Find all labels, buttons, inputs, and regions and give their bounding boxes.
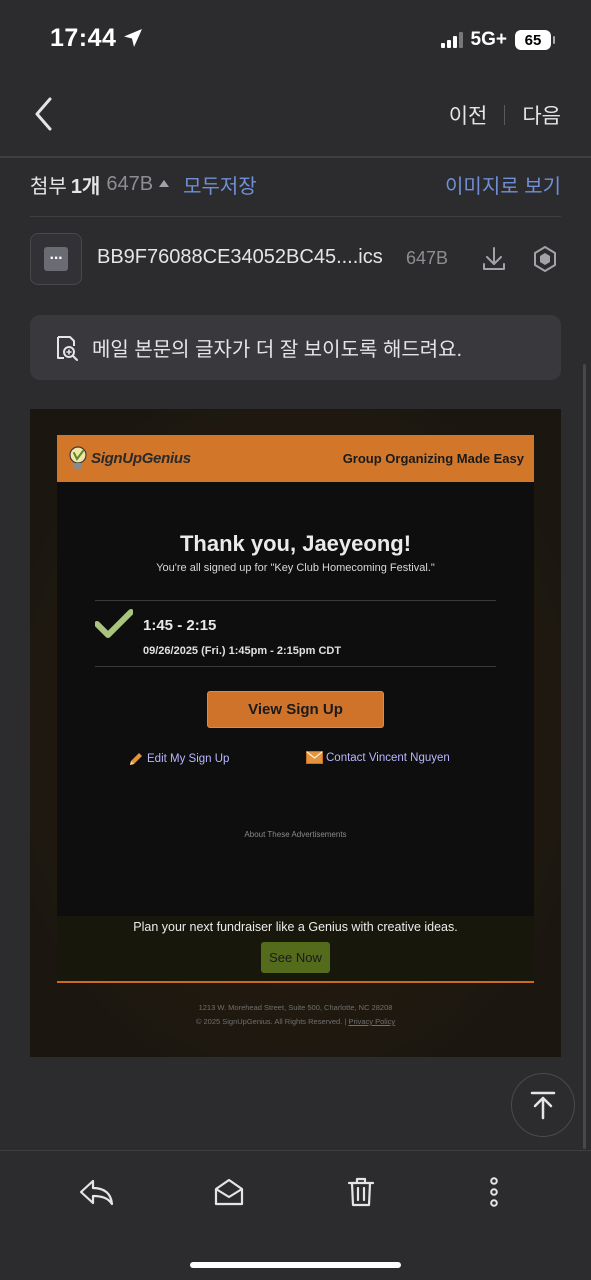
brand-name: SignUpGenius — [91, 450, 191, 467]
battery-icon: 65 — [515, 30, 555, 50]
scroll-to-top-button[interactable] — [511, 1073, 575, 1137]
signup-confirmation-text: You're all signed up for "Key Club Homec… — [156, 562, 435, 574]
pencil-icon — [130, 753, 142, 765]
scrollbar[interactable] — [583, 364, 586, 1149]
prev-button[interactable]: 이전 — [449, 100, 488, 130]
about-ads-link[interactable]: About These Advertisements — [57, 830, 534, 839]
location-arrow-icon — [124, 29, 142, 47]
battery-level: 65 — [524, 31, 542, 49]
footer-copyright: © 2025 SignUpGenius. All Rights Reserved… — [57, 1017, 534, 1026]
lightbulb-icon — [69, 445, 87, 469]
home-indicator[interactable] — [190, 1262, 401, 1268]
download-icon[interactable] — [481, 245, 507, 273]
slot-date: 09/26/2025 (Fri.) 1:45pm - 2:15pm CDT — [143, 645, 342, 657]
divider — [95, 600, 496, 601]
reply-icon — [79, 1179, 114, 1206]
delete-button[interactable] — [341, 1172, 381, 1212]
cloud-save-icon[interactable] — [532, 245, 558, 273]
checkmark-icon — [95, 609, 133, 638]
mark-unread-icon — [214, 1178, 244, 1206]
promo-text: Plan your next fundraiser like a Genius … — [133, 920, 458, 934]
divider — [30, 216, 561, 217]
save-all-button[interactable]: 모두저장 — [183, 170, 257, 199]
zoom-document-icon — [57, 335, 78, 361]
envelope-icon — [306, 751, 323, 764]
see-now-button[interactable]: See Now — [261, 942, 330, 973]
thank-you-heading: Thank you, Jaeyeong! — [179, 531, 412, 556]
view-sign-up-button[interactable]: View Sign Up — [207, 691, 384, 728]
attachment-file-size: 647B — [406, 248, 449, 268]
attachment-file-name[interactable]: BB9F76088CE34052BC45....ics — [97, 246, 383, 269]
nav-separator — [504, 105, 506, 125]
bottom-toolbar — [0, 1150, 591, 1280]
arrow-up-icon — [530, 1091, 556, 1120]
edit-sign-up-link[interactable]: Edit My Sign Up — [128, 751, 229, 767]
slot-time: 1:45 - 2:15 — [143, 617, 217, 634]
attachment-summary: 첨부 1개 647B 모두저장 이미지로 보기 — [30, 170, 561, 199]
more-options-button[interactable] — [474, 1172, 514, 1212]
email-header: SignUpGenius Group Organizing Made Easy — [57, 435, 534, 482]
contact-organizer-label: Contact Vincent Nguyen — [326, 751, 450, 764]
readability-text: 메일 본문의 글자가 더 잘 보이도록 해드려요. — [92, 339, 463, 361]
contact-organizer-link[interactable]: Contact Vincent Nguyen — [306, 751, 450, 764]
divider — [95, 666, 496, 667]
copyright-text: © 2025 SignUpGenius. All Rights Reserved… — [195, 1017, 347, 1026]
attachment-count: 1개 — [70, 176, 101, 198]
signal-icon — [440, 32, 463, 48]
status-indicators: 5G+ 65 — [440, 29, 555, 51]
file-type-icon[interactable]: ··· — [30, 233, 82, 285]
attachment-label: 첨부 — [30, 176, 67, 198]
brand-tagline: Group Organizing Made Easy — [342, 451, 524, 466]
reply-button[interactable] — [76, 1172, 116, 1212]
more-dots-icon: ··· — [44, 247, 68, 271]
next-button[interactable]: 다음 — [522, 100, 561, 130]
footer-divider — [57, 981, 534, 983]
trash-icon — [347, 1177, 375, 1207]
edit-sign-up-label: Edit My Sign Up — [147, 753, 230, 765]
divider — [0, 156, 591, 158]
status-time: 17:44 — [50, 24, 117, 52]
attachment-total-size: 647B — [106, 173, 154, 195]
readability-banner[interactable]: 메일 본문의 글자가 더 잘 보이도록 해드려요. — [30, 315, 561, 380]
privacy-policy-link[interactable]: Privacy Policy — [348, 1017, 395, 1026]
network-type: 5G+ — [470, 29, 507, 50]
footer-address: 1213 W. Morehead Street, Suite 500, Char… — [198, 1003, 393, 1012]
back-icon[interactable] — [30, 96, 60, 132]
signupgenius-logo[interactable]: SignUpGenius — [67, 445, 191, 473]
mark-unread-button[interactable] — [209, 1172, 249, 1212]
view-as-image-button[interactable]: 이미지로 보기 — [445, 170, 561, 199]
more-icon — [490, 1177, 498, 1207]
prev-next-nav: 이전 다음 — [449, 100, 561, 130]
collapse-caret-icon[interactable] — [159, 180, 170, 187]
